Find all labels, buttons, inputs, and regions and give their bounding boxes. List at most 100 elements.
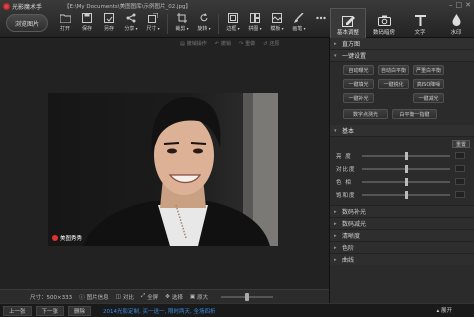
history-button[interactable]: ▤ 撤销操作 [180,40,207,48]
title-bar: 光影魔术手 【E:\My Documents\美图图库\示例图片_02.jpg】… [0,0,474,38]
image-canvas[interactable]: ▤ 撤销操作 ↶ 撤销 ↷ 重做 ↺ 还原 美图秀秀 [0,38,329,289]
expand-label: 展开 [440,308,452,314]
frame-button[interactable]: 边框 [222,12,244,36]
oneclick-button[interactable]: 自动曝光 [343,65,374,75]
redo-button[interactable]: ↷ 重做 [238,40,255,48]
tab-watermark[interactable]: 水印 [438,8,474,38]
zoom-slider-handle[interactable] [245,292,250,301]
slider-value-box[interactable] [455,165,465,172]
oneclick-section-header[interactable]: ▾ 一键设置 [330,50,474,62]
template-label: 模板 [270,25,283,32]
oneclick-button[interactable]: 一键减光 [413,93,444,103]
compare-button[interactable]: ◫ 对比 [116,293,134,301]
template-icon [271,12,283,24]
brush-button[interactable]: 画笔 [288,12,310,36]
collapsed-section-header[interactable]: ▸ 数码减光 [330,217,474,229]
slider-track[interactable] [362,151,450,160]
original-size-button[interactable]: ▣ 原大 [190,293,208,301]
oneclick-section: 自动曝光 自动白平衡 严重白平衡一键填光 一键锐化 高ISO降噪一键补光 一键减光 数字点… [330,62,474,125]
image-info-label: 图片信息 [86,294,109,301]
slider-handle[interactable] [404,190,408,199]
oneclick-button[interactable]: 一键补光 [343,93,374,103]
save-button[interactable]: 保存 [76,12,98,36]
compare-icon: ◫ [115,293,121,300]
slider-track[interactable] [362,190,450,199]
slider-track[interactable] [362,177,450,186]
section-title: 数码减光 [342,221,367,228]
expand-button[interactable]: ▴ 展开 [436,306,452,314]
maximize-icon[interactable]: □ [456,1,463,9]
share-button[interactable]: 分享 [120,12,142,36]
collage-label: 拼图 [248,25,261,32]
oneclick-button[interactable]: 严重白平衡 [413,65,444,75]
spot-metering-button[interactable]: 数字点测光 [343,109,388,119]
close-icon[interactable]: ✕ [465,1,471,9]
collapsed-section-header[interactable]: ▸ 清晰度 [330,229,474,241]
slider-handle[interactable] [404,177,408,186]
chevron-right-icon: ▸ [334,232,337,239]
rotate-button[interactable]: 旋转 [193,12,215,36]
tab-text[interactable]: 文字 [402,8,438,38]
fullscreen-button[interactable]: ⤢ 全屏 [141,293,158,301]
slider-list: 亮 度对比度色 相饱和度 [334,149,470,201]
next-image-button[interactable]: 下一张 [35,305,65,316]
restore-icon: ↺ [263,40,268,47]
template-button[interactable]: 模板 [266,12,288,36]
oneclick-title: 一键设置 [342,53,367,60]
oneclick-button[interactable]: 高ISO降噪 [413,79,444,89]
more-button[interactable] [310,12,332,36]
rotate-icon [198,12,210,24]
collapsed-section-header[interactable]: ▸ 色阶 [330,241,474,253]
tab-basic-adjust[interactable]: 基本调整 [330,8,366,38]
crop-button[interactable]: 裁剪 [171,12,193,36]
previous-image-button[interactable]: 上一张 [3,305,32,316]
slider-value-box[interactable] [455,178,465,185]
zoom-slider[interactable] [221,292,274,301]
histogram-section[interactable]: ▸ 直方图 [330,38,474,50]
crop-icon [176,12,188,24]
main-toolbar: 打开 保存 另存 分享 尺寸 裁剪 [54,12,332,36]
slider-value-box[interactable] [455,191,465,198]
browse-images-button[interactable]: 浏览图片 [6,14,48,32]
promo-link[interactable]: 2014光影定制, 买一送一, 限时两天, 全场四折 [103,307,216,315]
slider-handle[interactable] [404,151,408,160]
chevron-up-icon: ▴ [436,308,440,314]
select-button[interactable]: ✥ 选择 [165,293,183,301]
side-panel-tabs: 基本调整 数码暗房 文字 水印 [330,8,474,38]
oneclick-button[interactable]: 一键填光 [343,79,374,89]
save-icon [81,12,93,24]
toolbar-divider [167,14,168,34]
chevron-right-icon: ▸ [334,40,337,47]
share-label: 分享 [124,25,137,32]
collapsed-section-header[interactable]: ▸ 数码补光 [330,205,474,217]
image-size: 尺寸：500×333 [30,294,73,301]
delete-button[interactable]: 删除 [68,305,92,316]
info-icon: ⓘ [79,294,85,301]
oneclick-button[interactable]: 一键锐化 [378,79,409,89]
tab-label: 基本调整 [336,30,359,36]
reset-button[interactable]: 重置 [452,140,470,148]
collapsed-section-header[interactable]: ▸ 曲线 [330,253,474,265]
oneclick-button[interactable]: 自动白平衡 [378,65,409,75]
chevron-right-icon: ▸ [334,220,337,227]
restore-button[interactable]: ↺ 还原 [263,40,279,48]
slider-track[interactable] [362,164,450,173]
chevron-down-icon: ▾ [334,52,337,59]
resize-button[interactable]: 尺寸 [142,12,164,36]
adjust-slider-row: 色 相 [334,175,470,188]
redo-icon: ↷ [238,40,244,47]
white-balance-picker-button[interactable]: 白平衡一指键 [392,109,437,119]
save-label: 保存 [81,26,92,32]
save-as-button[interactable]: 另存 [98,12,120,36]
collage-button[interactable]: 拼图 [244,12,266,36]
open-button[interactable]: 打开 [54,12,76,36]
toolbar-divider [218,14,219,34]
undo-button[interactable]: ↶ 撤销 [215,40,231,48]
tab-digital-darkroom[interactable]: 数码暗房 [366,8,402,38]
slider-handle[interactable] [404,164,408,173]
basic-section-header[interactable]: ▾ 基本 [330,125,474,137]
undo-label: 撤销 [220,41,231,47]
slider-value-box[interactable] [455,152,465,159]
image-info-button[interactable]: ⓘ 图片信息 [79,293,109,301]
minimize-icon[interactable]: – [449,1,453,9]
